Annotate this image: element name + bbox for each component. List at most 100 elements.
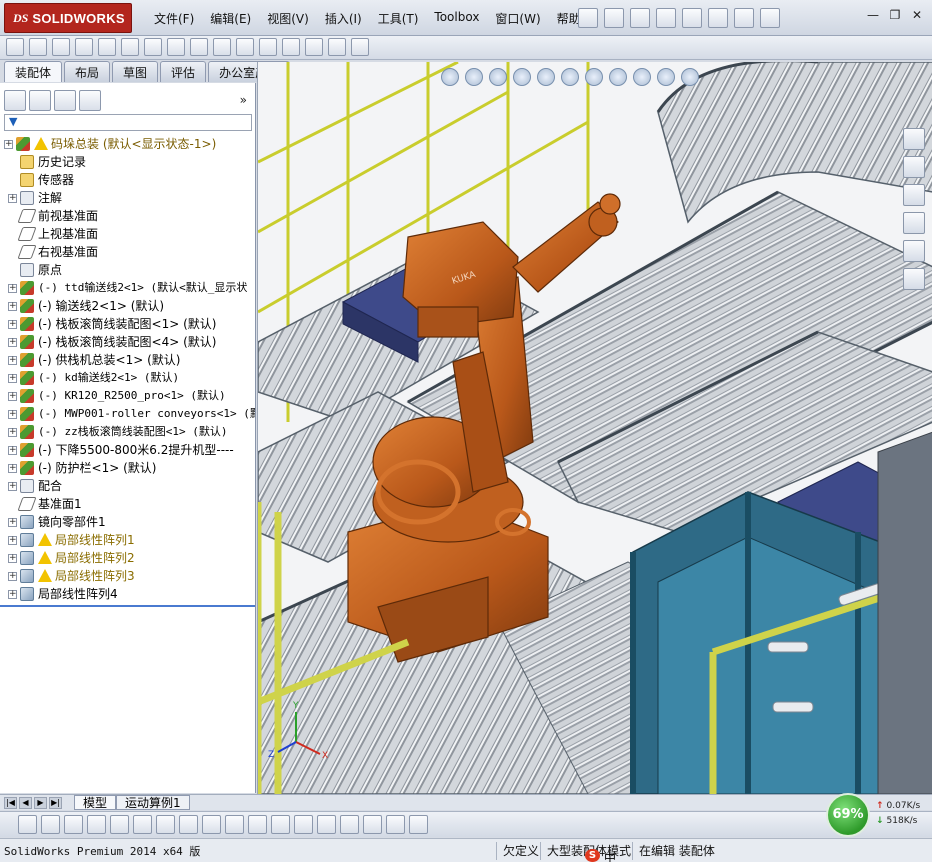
tree-node[interactable]: + (-) 供栈机总装<1> (默认)	[0, 351, 255, 369]
scissors-icon[interactable]	[179, 815, 198, 834]
prev-tab-icon[interactable]: ◀	[19, 797, 32, 809]
solidworks-resources-icon[interactable]	[903, 128, 925, 150]
tree-node[interactable]: + (-) kd输送线2<1> (默认)	[0, 369, 255, 387]
minimize-icon[interactable]: —	[864, 8, 882, 24]
point-icon[interactable]	[41, 815, 60, 834]
menu-file[interactable]: 文件(F)	[146, 9, 202, 28]
tree-node[interactable]: + 局部线性阵列4	[0, 585, 255, 603]
first-tab-icon[interactable]: |◀	[4, 797, 17, 809]
network-speed-widget[interactable]: 69% ↑ 0.07K/s ↓ 518K/s	[826, 793, 930, 837]
reference-geometry-icon[interactable]	[190, 38, 208, 56]
polygon-icon[interactable]	[110, 815, 129, 834]
expand-node-icon[interactable]: +	[8, 464, 17, 473]
tree-node[interactable]: 历史记录	[0, 153, 255, 171]
ime-language[interactable]: 中	[604, 849, 616, 862]
appearances-icon[interactable]	[903, 240, 925, 262]
tree-node[interactable]: 右视基准面	[0, 243, 255, 261]
dimension-icon[interactable]	[271, 815, 290, 834]
view-palette-icon[interactable]	[903, 212, 925, 234]
ime-toolbar[interactable]: S 中	[585, 849, 616, 862]
expand-node-icon[interactable]: +	[4, 140, 13, 149]
expand-node-icon[interactable]: +	[8, 374, 17, 383]
tree-node[interactable]: + (-) zz栈板滚筒线装配图<1> (默认)	[0, 423, 255, 441]
apply-scene-icon[interactable]	[657, 68, 675, 86]
last-tab-icon[interactable]: ▶|	[49, 797, 62, 809]
file-explorer-icon[interactable]	[903, 184, 925, 206]
help-icon[interactable]	[760, 8, 780, 28]
tree-node[interactable]: + (-) ttd输送线2<1> (默认<默认_显示状	[0, 279, 255, 297]
solidworks-logo[interactable]: DS SOLIDWORKS	[4, 3, 132, 33]
box-icon[interactable]	[340, 815, 359, 834]
shaded-cube-icon[interactable]	[363, 815, 382, 834]
tree-node[interactable]: + (-) 栈板滚筒线装配图<4> (默认)	[0, 333, 255, 351]
expand-node-icon[interactable]: +	[8, 194, 17, 203]
camera-icon[interactable]	[386, 815, 405, 834]
menu-tools[interactable]: 工具(T)	[370, 9, 427, 28]
print-icon[interactable]	[682, 8, 702, 28]
custom-properties-icon[interactable]	[903, 268, 925, 290]
assembly-features-icon[interactable]	[167, 38, 185, 56]
offset-icon[interactable]	[202, 815, 221, 834]
section-view-icon[interactable]	[513, 68, 531, 86]
hide-show-items-icon[interactable]	[609, 68, 627, 86]
tab-evaluate[interactable]: 评估	[160, 61, 207, 82]
menu-insert[interactable]: 插入(I)	[317, 9, 370, 28]
mirror-entities-icon[interactable]	[225, 815, 244, 834]
tree-node[interactable]: + (-) 栈板滚筒线装配图<1> (默认)	[0, 315, 255, 333]
close-icon[interactable]: ✕	[908, 8, 926, 24]
tree-node[interactable]: + 局部线性阵列1	[0, 531, 255, 549]
tree-node[interactable]: + (-) 防护栏<1> (默认)	[0, 459, 255, 477]
sogou-logo-icon[interactable]: S	[585, 849, 600, 862]
instant3d-icon[interactable]	[305, 38, 323, 56]
expand-node-icon[interactable]: +	[8, 356, 17, 365]
pin-icon[interactable]	[578, 8, 598, 28]
show-hidden-icon[interactable]	[144, 38, 162, 56]
restore-icon[interactable]: ❐	[886, 8, 904, 24]
angle-icon[interactable]	[156, 815, 175, 834]
tree-node[interactable]: 传感器	[0, 171, 255, 189]
menu-window[interactable]: 窗口(W)	[487, 9, 548, 28]
tree-node[interactable]: + 码垛总装 (默认<显示状态-1>)	[0, 135, 255, 153]
property-manager-tab-icon[interactable]	[29, 90, 51, 111]
rollback-bar[interactable]	[0, 605, 255, 607]
filter-icon[interactable]: ▼	[9, 115, 17, 128]
feature-tree-tab-icon[interactable]	[4, 90, 26, 111]
rebuild-warning-icon[interactable]	[18, 815, 37, 834]
insert-component-icon[interactable]	[6, 38, 24, 56]
expand-node-icon[interactable]: +	[8, 410, 17, 419]
exploded-view-icon[interactable]	[259, 38, 277, 56]
corner-icon[interactable]	[248, 815, 267, 834]
linear-pattern-icon[interactable]	[75, 38, 93, 56]
expand-node-icon[interactable]: +	[8, 428, 17, 437]
table-icon[interactable]	[409, 815, 428, 834]
move-component-icon[interactable]	[121, 38, 139, 56]
zoom-to-area-icon[interactable]	[465, 68, 483, 86]
tab-layout[interactable]: 布局	[64, 61, 111, 82]
edit-appearance-icon[interactable]	[633, 68, 651, 86]
tab-assembly[interactable]: 装配体	[4, 61, 63, 82]
next-tab-icon[interactable]: ▶	[34, 797, 47, 809]
new-motion-study-icon[interactable]	[213, 38, 231, 56]
configuration-manager-tab-icon[interactable]	[54, 90, 76, 111]
expand-panel-icon[interactable]: »	[240, 93, 247, 107]
display-manager-tab-icon[interactable]	[79, 90, 101, 111]
expand-node-icon[interactable]: +	[8, 536, 17, 545]
zoom-to-fit-icon[interactable]	[441, 68, 459, 86]
expand-node-icon[interactable]: +	[8, 572, 17, 581]
expand-node-icon[interactable]: +	[8, 338, 17, 347]
smart-fasteners-icon[interactable]	[98, 38, 116, 56]
snapshot-icon[interactable]	[351, 38, 369, 56]
tree-filter[interactable]: ▼	[4, 114, 252, 131]
design-library-icon[interactable]	[903, 156, 925, 178]
tree-node[interactable]: + 注解	[0, 189, 255, 207]
tree-node[interactable]: 基准面1	[0, 495, 255, 513]
new-part-icon[interactable]	[29, 38, 47, 56]
rebuild-warning-icon[interactable]	[656, 8, 676, 28]
expand-node-icon[interactable]: +	[8, 446, 17, 455]
expand-node-icon[interactable]: +	[8, 302, 17, 311]
tree-node[interactable]: 原点	[0, 261, 255, 279]
expand-node-icon[interactable]: +	[8, 284, 17, 293]
dynamic-annotation-icon[interactable]	[537, 68, 555, 86]
tab-motion-study[interactable]: 运动算例1	[116, 795, 190, 810]
previous-view-icon[interactable]	[489, 68, 507, 86]
